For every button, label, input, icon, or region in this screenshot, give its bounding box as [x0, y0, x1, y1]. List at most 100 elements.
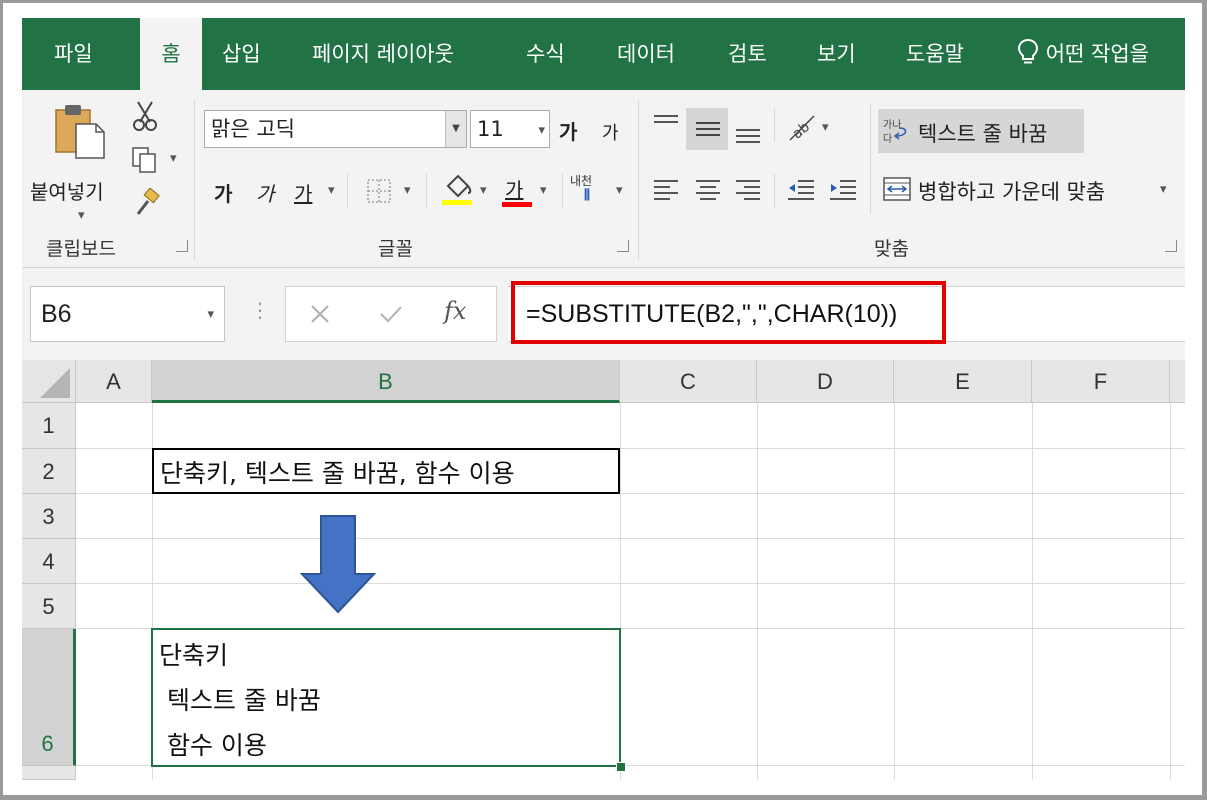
cancel-icon[interactable]: [308, 302, 332, 326]
align-center-icon[interactable]: [694, 176, 722, 202]
svg-text:다: 다: [883, 133, 892, 145]
phonetic-button[interactable]: 내천: [570, 172, 592, 189]
clipboard-launcher-icon[interactable]: [176, 240, 188, 252]
alignment-launcher-icon[interactable]: [1165, 240, 1177, 252]
enter-check-icon[interactable]: [378, 302, 404, 326]
shrink-font-button[interactable]: 가: [602, 119, 619, 145]
underline-dropdown-icon[interactable]: ▾: [328, 183, 335, 198]
italic-button[interactable]: 가: [256, 178, 274, 207]
gridline: [76, 583, 1185, 584]
column-header-a[interactable]: A: [76, 360, 152, 403]
tab-insert[interactable]: 삽입: [222, 18, 261, 90]
clipboard-group-label: 클립보드: [46, 238, 116, 260]
decrease-indent-icon[interactable]: [786, 176, 816, 202]
cell-b6-line-1: 단축키: [159, 641, 229, 670]
insert-function-button[interactable]: fx: [444, 297, 466, 325]
wrap-text-label: 텍스트 줄 바꿈: [918, 122, 1048, 146]
font-color-button[interactable]: 가: [505, 174, 523, 203]
font-size-dropdown-icon[interactable]: ▾: [538, 113, 545, 149]
font-color-swatch: [502, 202, 532, 207]
row-header-3[interactable]: 3: [22, 494, 76, 539]
format-painter-icon[interactable]: [132, 188, 162, 218]
tell-me-box[interactable]: 어떤 작업을: [1017, 18, 1149, 90]
tab-page-layout[interactable]: 페이지 레이아웃: [312, 18, 454, 90]
row-header-5[interactable]: 5: [22, 584, 76, 629]
paste-button[interactable]: 붙여넣기 ▾: [30, 100, 130, 225]
cell-b6[interactable]: 단축키 텍스트 줄 바꿈 함수 이용: [151, 628, 621, 767]
row-header-1[interactable]: 1: [22, 403, 76, 449]
paste-dropdown-icon[interactable]: ▾: [78, 208, 85, 223]
font-group-label: 글꼴: [378, 238, 413, 260]
copy-button[interactable]: ▾: [130, 145, 185, 175]
copy-icon: [132, 147, 156, 173]
row-header-4[interactable]: 4: [22, 539, 76, 584]
increase-indent-icon[interactable]: [828, 176, 858, 202]
column-header-c[interactable]: C: [620, 360, 757, 403]
column-header-e[interactable]: E: [894, 360, 1032, 403]
formula-bar-grip-icon[interactable]: ⋮: [250, 298, 270, 322]
merge-center-dropdown-icon[interactable]: ▾: [1160, 182, 1167, 197]
gridline: [1032, 403, 1033, 780]
bold-button[interactable]: 가: [214, 178, 232, 207]
font-color-dropdown-icon[interactable]: ▾: [540, 183, 547, 198]
worksheet-grid[interactable]: A B C D E F 1 2 3 4 5 6 단축키, 텍스트 줄 바꿈, 함…: [22, 360, 1185, 780]
bottom-align-icon[interactable]: [734, 120, 762, 146]
fill-handle[interactable]: [616, 762, 626, 772]
name-box-dropdown-icon[interactable]: ▾: [207, 287, 214, 341]
separator: [638, 100, 639, 260]
column-header-f[interactable]: F: [1032, 360, 1170, 403]
down-arrow-shape: [299, 515, 377, 614]
cell-b2-text: 단축키, 텍스트 줄 바꿈, 함수 이용: [160, 459, 515, 488]
gridline: [76, 538, 1185, 539]
gridline: [894, 403, 895, 780]
row-header-6[interactable]: 6: [22, 629, 76, 766]
underline-button[interactable]: 가: [294, 178, 312, 207]
tab-file[interactable]: 파일: [54, 18, 93, 90]
grow-font-button[interactable]: 가: [559, 116, 577, 145]
column-header-g[interactable]: [1170, 360, 1185, 403]
tab-home[interactable]: 홈: [140, 18, 202, 90]
formula-highlight-box: [511, 281, 946, 344]
column-header-b[interactable]: B: [152, 360, 620, 403]
row-header-2[interactable]: 2: [22, 449, 76, 494]
fill-color-dropdown-icon[interactable]: ▾: [480, 183, 487, 198]
font-size-combo[interactable]: 11 ▾: [470, 110, 550, 148]
top-align-icon[interactable]: [652, 112, 680, 138]
cell-b6-line-3: 함수 이용: [159, 731, 267, 760]
tab-help[interactable]: 도움말: [906, 18, 964, 90]
row-header-7[interactable]: [22, 766, 76, 780]
align-right-icon[interactable]: [734, 176, 762, 202]
gridline: [757, 403, 758, 780]
column-header-d[interactable]: D: [757, 360, 894, 403]
merge-center-label: 병합하고 가운데 맞춤: [918, 180, 1106, 204]
merge-center-button[interactable]: 병합하고 가운데 맞춤 ▾: [878, 170, 1168, 210]
borders-icon[interactable]: [366, 178, 392, 204]
tab-data[interactable]: 데이터: [617, 18, 675, 90]
orientation-dropdown-icon[interactable]: ▾: [822, 120, 829, 135]
tab-review[interactable]: 검토: [728, 18, 767, 90]
phonetic-dropdown-icon[interactable]: ▾: [616, 183, 623, 198]
font-name-combo[interactable]: 맑은 고딕 ▼: [204, 110, 467, 148]
tab-view[interactable]: 보기: [817, 18, 856, 90]
align-left-icon[interactable]: [652, 176, 680, 202]
alignment-group-label: 맞춤: [874, 238, 909, 260]
select-all-button[interactable]: [22, 360, 76, 403]
separator: [870, 104, 871, 214]
fill-color-icon[interactable]: [440, 172, 474, 206]
merge-center-icon: [883, 177, 911, 201]
formula-buttons: fx: [285, 286, 497, 342]
copy-dropdown-icon[interactable]: ▾: [170, 151, 177, 166]
phonetic-icon: ⫼: [584, 188, 590, 203]
tab-formulas[interactable]: 수식: [526, 18, 565, 90]
orientation-icon[interactable]: ab: [784, 110, 818, 144]
cut-icon[interactable]: [130, 100, 160, 132]
name-box[interactable]: B6 ▾: [30, 286, 225, 342]
middle-align-icon: [696, 122, 720, 136]
borders-dropdown-icon[interactable]: ▾: [404, 183, 411, 198]
font-name-value: 맑은 고딕: [211, 117, 295, 141]
cell-b2[interactable]: 단축키, 텍스트 줄 바꿈, 함수 이용: [152, 448, 620, 494]
svg-text:가나: 가나: [883, 119, 901, 131]
separator: [347, 174, 348, 208]
font-name-dropdown-icon[interactable]: ▼: [445, 111, 466, 147]
font-launcher-icon[interactable]: [617, 240, 629, 252]
